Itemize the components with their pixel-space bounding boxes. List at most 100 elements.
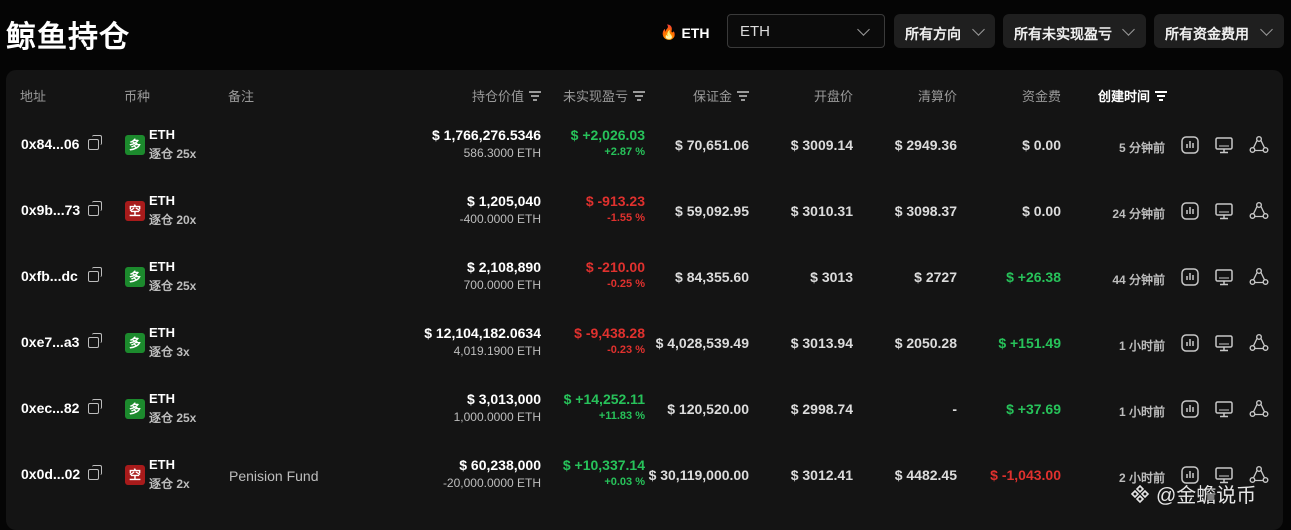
col-unrealized-pnl[interactable]: 未实现盈亏 <box>563 86 645 105</box>
margin-mode: 逐仓 3x <box>149 345 190 359</box>
col-position-value[interactable]: 持仓价值 <box>472 86 541 105</box>
position-value: $ 2,108,890 <box>467 259 541 275</box>
margin-mode: 逐仓 25x <box>149 279 197 293</box>
monitor-icon[interactable] <box>1213 134 1235 156</box>
address-link[interactable]: 0xec...82 <box>21 400 79 416</box>
table-row[interactable]: 0xe7...a3 多 ETH 逐仓 3x $ 12,104,182.0634 … <box>6 312 1283 378</box>
share-icon[interactable] <box>1248 134 1270 156</box>
funding-fee: $ +26.38 <box>1006 269 1061 285</box>
top-bar: 鲸鱼持仓 🔥 ETH ETH 所有方向 所有未实现盈亏 所有资金费用 <box>0 0 1291 66</box>
liquidation-price: $ 2949.36 <box>894 137 957 153</box>
chart-icon[interactable] <box>1179 134 1201 156</box>
created-time: 44 分钟前 <box>1112 273 1165 287</box>
unrealized-pnl: $ -9,438.28 <box>574 325 645 341</box>
share-icon[interactable] <box>1248 398 1270 420</box>
unrealized-pnl-percent: -1.55 % <box>607 212 645 224</box>
unrealized-pnl: $ -913.23 <box>585 193 645 209</box>
coin-symbol: ETH <box>149 325 175 340</box>
margin-mode: 逐仓 25x <box>149 411 197 425</box>
monitor-icon[interactable] <box>1213 332 1235 354</box>
created-time: 1 小时前 <box>1118 405 1165 419</box>
position-size: 1,000.0000 ETH <box>453 410 541 424</box>
col-funding: 资金费 <box>1021 89 1061 104</box>
col-entry-price: 开盘价 <box>813 89 853 104</box>
entry-price: $ 3013.94 <box>790 335 853 351</box>
created-time: 5 分钟前 <box>1118 141 1165 155</box>
coin-symbol: ETH <box>149 259 175 274</box>
margin-value: $ 120,520.00 <box>667 401 749 417</box>
chart-icon[interactable] <box>1179 398 1201 420</box>
coin-symbol: ETH <box>149 127 175 142</box>
entry-price: $ 3010.31 <box>790 203 853 219</box>
table-row[interactable]: 0xfb...dc 多 ETH 逐仓 25x $ 2,108,890 700.0… <box>6 246 1283 312</box>
address-link[interactable]: 0x84...06 <box>21 136 79 152</box>
unrealized-pnl: $ -210.00 <box>585 259 645 275</box>
coin-select-value: ETH <box>740 23 770 40</box>
pnl-filter[interactable]: 所有未实现盈亏 <box>1003 14 1146 48</box>
chart-icon[interactable] <box>1179 332 1201 354</box>
position-value: $ 60,238,000 <box>459 457 541 473</box>
sort-icon <box>529 91 541 101</box>
funding-fee: $ +37.69 <box>1006 401 1061 417</box>
coin-symbol: ETH <box>149 193 175 208</box>
position-size: -20,000.0000 ETH <box>442 476 541 490</box>
chevron-down-icon <box>857 23 870 36</box>
margin-value: $ 70,651.06 <box>675 137 749 153</box>
col-liquidation-price: 清算价 <box>917 89 957 104</box>
share-icon[interactable] <box>1248 332 1270 354</box>
copy-icon[interactable] <box>88 465 102 480</box>
hot-coin-label: ETH <box>681 24 710 41</box>
address-link[interactable]: 0xe7...a3 <box>21 334 79 350</box>
position-value: $ 1,205,040 <box>467 193 541 209</box>
chevron-down-icon <box>972 23 985 36</box>
unrealized-pnl: $ +2,026.03 <box>570 127 645 143</box>
address-link[interactable]: 0x9b...73 <box>21 202 80 218</box>
hot-coin-tag[interactable]: 🔥 ETH <box>660 24 709 41</box>
margin-value: $ 84,355.60 <box>675 269 749 285</box>
created-time: 24 分钟前 <box>1112 207 1165 221</box>
entry-price: $ 3013 <box>810 269 853 285</box>
col-margin[interactable]: 保证金 <box>693 86 749 105</box>
watermark: @金蟾说币 <box>1130 479 1256 508</box>
monitor-icon[interactable] <box>1213 200 1235 222</box>
monitor-icon[interactable] <box>1213 266 1235 288</box>
table-row[interactable]: 0x9b...73 空 ETH 逐仓 20x $ 1,205,040 -400.… <box>6 180 1283 246</box>
col-created-time[interactable]: 创建时间 <box>1098 86 1168 105</box>
direction-filter-label: 所有方向 <box>905 26 961 42</box>
chart-icon[interactable] <box>1179 200 1201 222</box>
direction-filter[interactable]: 所有方向 <box>894 14 995 48</box>
table-row[interactable]: 0x84...06 多 ETH 逐仓 25x $ 1,766,276.5346 … <box>6 114 1283 180</box>
sort-icon <box>633 91 645 101</box>
monitor-icon[interactable] <box>1213 398 1235 420</box>
share-icon[interactable] <box>1248 266 1270 288</box>
side-badge: 多 <box>125 267 145 287</box>
position-value: $ 1,766,276.5346 <box>432 127 541 143</box>
unrealized-pnl: $ +14,252.11 <box>563 391 645 407</box>
chevron-down-icon <box>1260 23 1273 36</box>
table-row[interactable]: 0xec...82 多 ETH 逐仓 25x $ 3,013,000 1,000… <box>6 378 1283 444</box>
copy-icon[interactable] <box>88 399 102 414</box>
copy-icon[interactable] <box>88 201 102 216</box>
sort-icon <box>737 91 749 101</box>
col-coin: 币种 <box>124 89 151 104</box>
funding-fee: $ +151.49 <box>998 335 1061 351</box>
position-value: $ 12,104,182.0634 <box>424 325 541 341</box>
table-row[interactable]: 0x0d...02 空 ETH 逐仓 2x Penision Fund $ 60… <box>6 444 1283 510</box>
chevron-down-icon <box>1122 23 1135 36</box>
funding-fee: $ 0.00 <box>1022 203 1061 219</box>
unrealized-pnl: $ +10,337.14 <box>562 457 645 473</box>
chart-icon[interactable] <box>1179 266 1201 288</box>
watermark-logo-icon <box>1130 484 1150 503</box>
margin-mode: 逐仓 20x <box>149 213 197 227</box>
copy-icon[interactable] <box>88 267 102 282</box>
share-icon[interactable] <box>1248 200 1270 222</box>
funding-filter-label: 所有资金费用 <box>1165 26 1249 42</box>
address-link[interactable]: 0x0d...02 <box>21 466 80 482</box>
address-link[interactable]: 0xfb...dc <box>21 268 78 284</box>
copy-icon[interactable] <box>88 333 102 348</box>
copy-icon[interactable] <box>88 135 102 150</box>
margin-mode: 逐仓 25x <box>149 147 197 161</box>
entry-price: $ 3012.41 <box>790 467 853 483</box>
funding-filter[interactable]: 所有资金费用 <box>1154 14 1284 48</box>
coin-select[interactable]: ETH <box>727 14 885 48</box>
